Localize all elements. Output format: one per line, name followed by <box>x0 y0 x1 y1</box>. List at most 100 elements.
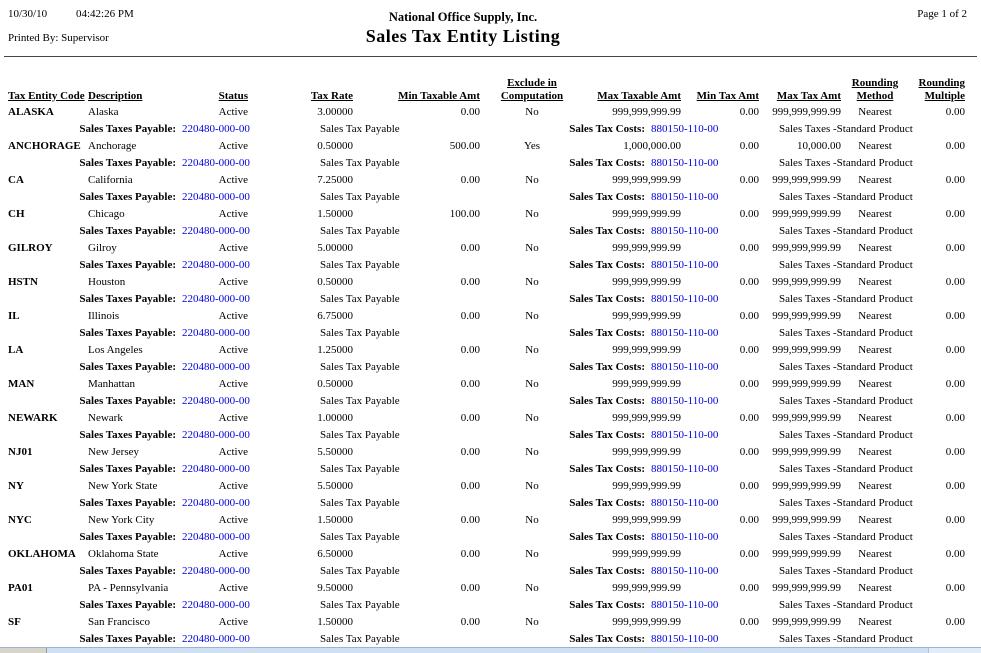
costs-account-link[interactable]: 880150-110-00 <box>651 359 718 375</box>
rounding-multiple-cell: 0.00 <box>905 342 965 358</box>
header-tax-entity-code: Tax Entity Code <box>8 90 86 103</box>
costs-account-link[interactable]: 880150-110-00 <box>651 631 718 647</box>
rounding-method-cell: Nearest <box>845 410 905 426</box>
header-description: Description <box>88 90 198 103</box>
max-taxable-cell: 999,999,999.99 <box>584 410 681 426</box>
max-taxable-cell: 999,999,999.99 <box>584 104 681 120</box>
costs-account-link[interactable]: 880150-110-00 <box>651 495 718 511</box>
min-taxable-cell: 0.00 <box>355 512 480 528</box>
payable-account-link[interactable]: 220480-000-00 <box>182 563 250 579</box>
account-line: Sales Taxes Payable: 220480-000-00 Sales… <box>0 495 981 512</box>
min-taxable-cell: 0.00 <box>355 308 480 324</box>
costs-account-link[interactable]: 880150-110-00 <box>651 393 718 409</box>
header-rule <box>4 56 977 57</box>
entity-code: NJ01 <box>8 444 86 460</box>
min-tax-cell: 0.00 <box>683 478 759 494</box>
header-min-taxable-amt: Min Taxable Amt <box>355 90 480 103</box>
max-taxable-cell: 999,999,999.99 <box>584 546 681 562</box>
payable-account-link[interactable]: 220480-000-00 <box>182 597 250 613</box>
min-taxable-cell: 0.00 <box>355 274 480 290</box>
min-tax-cell: 0.00 <box>683 274 759 290</box>
costs-account-link[interactable]: 880150-110-00 <box>651 155 718 171</box>
payable-account-link[interactable]: 220480-000-00 <box>182 427 250 443</box>
status-cell: Active <box>190 410 248 426</box>
table-row: LA Los Angeles Active 1.25000 0.00 No 99… <box>0 342 981 376</box>
entity-description: Manhattan <box>88 376 198 392</box>
costs-account-description: Sales Taxes -Standard Product <box>779 427 913 443</box>
payable-account-link[interactable]: 220480-000-00 <box>182 631 250 647</box>
min-tax-cell: 0.00 <box>683 308 759 324</box>
sales-taxes-payable-label: Sales Taxes Payable: <box>8 563 176 579</box>
account-line: Sales Taxes Payable: 220480-000-00 Sales… <box>0 597 981 614</box>
costs-account-description: Sales Taxes -Standard Product <box>779 121 913 137</box>
payable-account-link[interactable]: 220480-000-00 <box>182 121 250 137</box>
payable-account-link[interactable]: 220480-000-00 <box>182 461 250 477</box>
payable-account-link[interactable]: 220480-000-00 <box>182 359 250 375</box>
entity-line: PA01 PA - Pennsylvania Active 9.50000 0.… <box>0 580 981 597</box>
payable-account-link[interactable]: 220480-000-00 <box>182 529 250 545</box>
company-name: National Office Supply, Inc. <box>0 10 926 25</box>
rounding-multiple-cell: 0.00 <box>905 308 965 324</box>
sales-taxes-payable-label: Sales Taxes Payable: <box>8 393 176 409</box>
entity-code: ALASKA <box>8 104 86 120</box>
payable-account-link[interactable]: 220480-000-00 <box>182 223 250 239</box>
max-tax-cell: 999,999,999.99 <box>761 342 841 358</box>
account-line: Sales Taxes Payable: 220480-000-00 Sales… <box>0 563 981 580</box>
window-bottom-edge <box>0 647 981 653</box>
payable-account-link[interactable]: 220480-000-00 <box>182 291 250 307</box>
costs-account-link[interactable]: 880150-110-00 <box>651 257 718 273</box>
payable-account-link[interactable]: 220480-000-00 <box>182 393 250 409</box>
costs-account-link[interactable]: 880150-110-00 <box>651 461 718 477</box>
tax-rate-cell: 3.00000 <box>250 104 353 120</box>
sales-tax-costs-label: Sales Tax Costs: <box>465 257 645 273</box>
tax-rate-cell: 5.00000 <box>250 240 353 256</box>
costs-account-link[interactable]: 880150-110-00 <box>651 563 718 579</box>
costs-account-link[interactable]: 880150-110-00 <box>651 121 718 137</box>
costs-account-link[interactable]: 880150-110-00 <box>651 597 718 613</box>
max-tax-cell: 999,999,999.99 <box>761 376 841 392</box>
costs-account-link[interactable]: 880150-110-00 <box>651 223 718 239</box>
horizontal-scrollbar-thumb[interactable] <box>0 648 47 653</box>
payable-account-link[interactable]: 220480-000-00 <box>182 325 250 341</box>
sales-tax-costs-label: Sales Tax Costs: <box>465 563 645 579</box>
entity-description: Illinois <box>88 308 198 324</box>
tax-rate-cell: 7.25000 <box>250 172 353 188</box>
payable-account-description: Sales Tax Payable <box>320 563 400 579</box>
sales-tax-costs-label: Sales Tax Costs: <box>465 223 645 239</box>
table-row: OKLAHOMA Oklahoma State Active 6.50000 0… <box>0 546 981 580</box>
sales-taxes-payable-label: Sales Taxes Payable: <box>8 495 176 511</box>
min-taxable-cell: 0.00 <box>355 410 480 426</box>
payable-account-link[interactable]: 220480-000-00 <box>182 155 250 171</box>
rounding-method-cell: Nearest <box>845 342 905 358</box>
costs-account-description: Sales Taxes -Standard Product <box>779 155 913 171</box>
min-tax-cell: 0.00 <box>683 172 759 188</box>
status-cell: Active <box>190 614 248 630</box>
account-line: Sales Taxes Payable: 220480-000-00 Sales… <box>0 291 981 308</box>
entity-line: CA California Active 7.25000 0.00 No 999… <box>0 172 981 189</box>
costs-account-link[interactable]: 880150-110-00 <box>651 427 718 443</box>
account-line: Sales Taxes Payable: 220480-000-00 Sales… <box>0 223 981 240</box>
tax-rate-cell: 5.50000 <box>250 444 353 460</box>
payable-account-link[interactable]: 220480-000-00 <box>182 257 250 273</box>
entity-description: PA - Pennsylvania <box>88 580 198 596</box>
costs-account-link[interactable]: 880150-110-00 <box>651 291 718 307</box>
costs-account-link[interactable]: 880150-110-00 <box>651 189 718 205</box>
entity-description: Los Angeles <box>88 342 198 358</box>
sales-taxes-payable-label: Sales Taxes Payable: <box>8 325 176 341</box>
table-row: MAN Manhattan Active 0.50000 0.00 No 999… <box>0 376 981 410</box>
account-line: Sales Taxes Payable: 220480-000-00 Sales… <box>0 461 981 478</box>
sales-tax-costs-label: Sales Tax Costs: <box>465 597 645 613</box>
payable-account-description: Sales Tax Payable <box>320 631 400 647</box>
rounding-method-cell: Nearest <box>845 478 905 494</box>
tax-rate-cell: 0.50000 <box>250 376 353 392</box>
payable-account-link[interactable]: 220480-000-00 <box>182 495 250 511</box>
payable-account-link[interactable]: 220480-000-00 <box>182 189 250 205</box>
entity-code: GILROY <box>8 240 86 256</box>
costs-account-link[interactable]: 880150-110-00 <box>651 529 718 545</box>
max-tax-cell: 999,999,999.99 <box>761 580 841 596</box>
costs-account-link[interactable]: 880150-110-00 <box>651 325 718 341</box>
entity-code: PA01 <box>8 580 86 596</box>
payable-account-description: Sales Tax Payable <box>320 393 400 409</box>
entity-line: HSTN Houston Active 0.50000 0.00 No 999,… <box>0 274 981 291</box>
rounding-multiple-cell: 0.00 <box>905 172 965 188</box>
